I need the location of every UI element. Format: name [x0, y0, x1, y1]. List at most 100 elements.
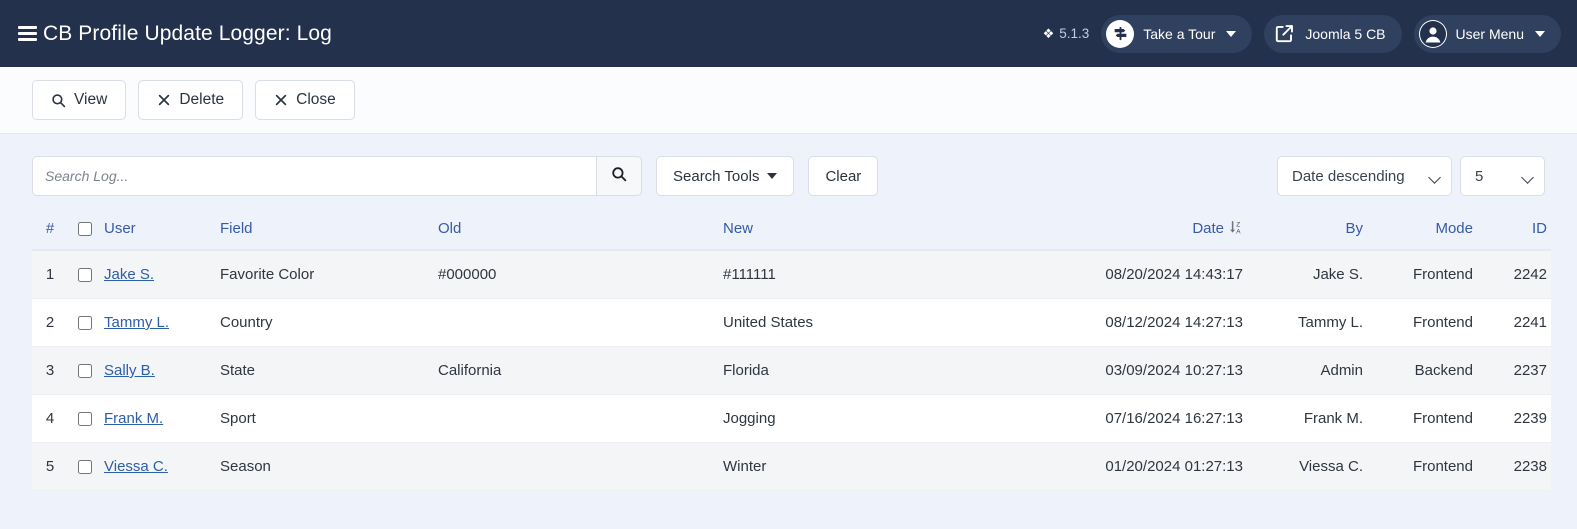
row-date: 08/12/2024 14:27:13 [1013, 298, 1243, 347]
search-group [32, 156, 642, 196]
row-id: 2238 [1473, 442, 1551, 491]
sort-select-wrapper: Date descending [1277, 156, 1452, 196]
row-by: Tammy L. [1243, 298, 1363, 347]
header-actions: ❖ 5.1.3 Take a Tour Joomla 5 CB User Men… [1043, 14, 1561, 53]
row-date: 03/09/2024 10:27:13 [1013, 346, 1243, 395]
filter-bar: Search Tools Clear Date descending 5 [32, 134, 1545, 196]
row-select-cell [68, 442, 102, 491]
row-checkbox[interactable] [78, 412, 92, 427]
chevron-down-icon [767, 173, 778, 179]
chevron-down-icon [1226, 30, 1237, 37]
row-by: Viessa C. [1243, 442, 1363, 491]
row-checkbox[interactable] [78, 460, 92, 475]
close-button-label: Close [296, 91, 336, 108]
row-by: Admin [1243, 346, 1363, 395]
row-select-cell [68, 394, 102, 443]
close-x-icon [274, 93, 288, 107]
row-by: Jake S. [1243, 250, 1363, 299]
table-row: 5 Viessa C. Season Winter 01/20/2024 01:27:1… [32, 442, 1551, 491]
column-header-mode-link[interactable]: Mode [1435, 220, 1473, 237]
limit-select[interactable]: 5 [1460, 156, 1545, 196]
table-row: 2 Tammy L. Country United States 08/12/2024 … [32, 298, 1551, 347]
row-new-value: United States [723, 298, 1013, 347]
row-field: Favorite Color [220, 250, 438, 299]
svg-text:Z: Z [1236, 222, 1240, 229]
row-id: 2242 [1473, 250, 1551, 299]
log-table: # User Field Old New Date Z A By Mode ID… [32, 214, 1551, 491]
app-header: CB Profile Update Logger: Log ❖ 5.1.3 Ta… [0, 0, 1577, 67]
column-header-mode[interactable]: Mode [1363, 214, 1473, 251]
column-header-old-link[interactable]: Old [438, 220, 461, 237]
column-header-id[interactable]: ID [1473, 214, 1551, 251]
row-field: Sport [220, 394, 438, 443]
user-circle-icon [1418, 19, 1447, 48]
delete-button[interactable]: Delete [138, 80, 244, 120]
take-a-tour-label: Take a Tour [1143, 25, 1216, 42]
column-header-date[interactable]: Date Z A [1013, 214, 1243, 251]
row-field: Country [220, 298, 438, 347]
row-date: 01/20/2024 01:27:13 [1013, 442, 1243, 491]
row-mode: Frontend [1363, 442, 1473, 491]
view-button-label: View [74, 91, 108, 108]
column-header-by[interactable]: By [1243, 214, 1363, 251]
table-body: 1 Jake S. Favorite Color #000000 #111111 08/2… [32, 250, 1551, 491]
search-input[interactable] [32, 156, 596, 196]
version-indicator: ❖ 5.1.3 [1043, 26, 1090, 41]
column-header-field-link[interactable]: Field [220, 220, 253, 237]
row-id: 2239 [1473, 394, 1551, 443]
close-button[interactable]: Close [255, 80, 355, 120]
row-index: 2 [32, 298, 68, 347]
row-user-link[interactable]: Jake S. [104, 266, 154, 283]
row-mode: Frontend [1363, 298, 1473, 347]
row-user-link[interactable]: Tammy L. [104, 314, 169, 331]
column-header-date-link[interactable]: Date [1192, 220, 1224, 237]
action-toolbar: View Delete Close [0, 67, 1577, 134]
column-header-new[interactable]: New [723, 214, 1013, 251]
row-checkbox[interactable] [78, 364, 92, 379]
row-field: State [220, 346, 438, 395]
row-id: 2241 [1473, 298, 1551, 347]
row-select-cell [68, 346, 102, 395]
site-link-label: Joomla 5 CB [1305, 25, 1386, 42]
column-header-user-link[interactable]: User [104, 220, 136, 237]
clear-button[interactable]: Clear [808, 156, 879, 196]
search-submit-button[interactable] [596, 156, 642, 196]
row-index: 3 [32, 346, 68, 395]
row-checkbox[interactable] [78, 268, 92, 283]
site-link-button[interactable]: Joomla 5 CB [1264, 14, 1402, 53]
column-header-field[interactable]: Field [220, 214, 438, 251]
search-tools-button[interactable]: Search Tools [656, 156, 795, 196]
column-header-by-link[interactable]: By [1345, 220, 1363, 237]
row-mode: Backend [1363, 346, 1473, 395]
search-icon [611, 166, 627, 186]
joomla-icon: ❖ [1042, 26, 1055, 41]
row-user-link[interactable]: Frank M. [104, 410, 163, 427]
row-date: 07/16/2024 16:27:13 [1013, 394, 1243, 443]
row-user-link[interactable]: Sally B. [104, 362, 155, 379]
close-x-icon [157, 93, 171, 107]
column-header-id-link[interactable]: ID [1532, 220, 1547, 237]
column-header-old[interactable]: Old [438, 214, 723, 251]
row-index: 1 [32, 250, 68, 299]
row-user-cell: Tammy L. [102, 298, 220, 347]
row-user-cell: Jake S. [102, 250, 220, 299]
row-checkbox[interactable] [78, 316, 92, 331]
row-user-cell: Sally B. [102, 346, 220, 395]
view-button[interactable]: View [32, 80, 127, 120]
external-link-icon [1272, 22, 1296, 46]
signpost-icon [1106, 19, 1135, 48]
row-user-link[interactable]: Viessa C. [104, 458, 168, 475]
row-old-value [438, 442, 723, 491]
page-title: CB Profile Update Logger: Log [43, 21, 332, 45]
row-mode: Frontend [1363, 394, 1473, 443]
table-row: 3 Sally B. State California Florida 03/09/202… [32, 346, 1551, 395]
column-header-new-link[interactable]: New [723, 220, 753, 237]
select-all-checkbox[interactable] [78, 222, 92, 237]
row-old-value [438, 394, 723, 443]
user-menu-button[interactable]: User Menu [1413, 14, 1561, 53]
column-header-user[interactable]: User [102, 214, 220, 251]
sort-select[interactable]: Date descending [1277, 156, 1452, 196]
take-a-tour-button[interactable]: Take a Tour [1101, 14, 1253, 53]
row-select-cell [68, 250, 102, 299]
list-icon[interactable] [18, 26, 37, 41]
